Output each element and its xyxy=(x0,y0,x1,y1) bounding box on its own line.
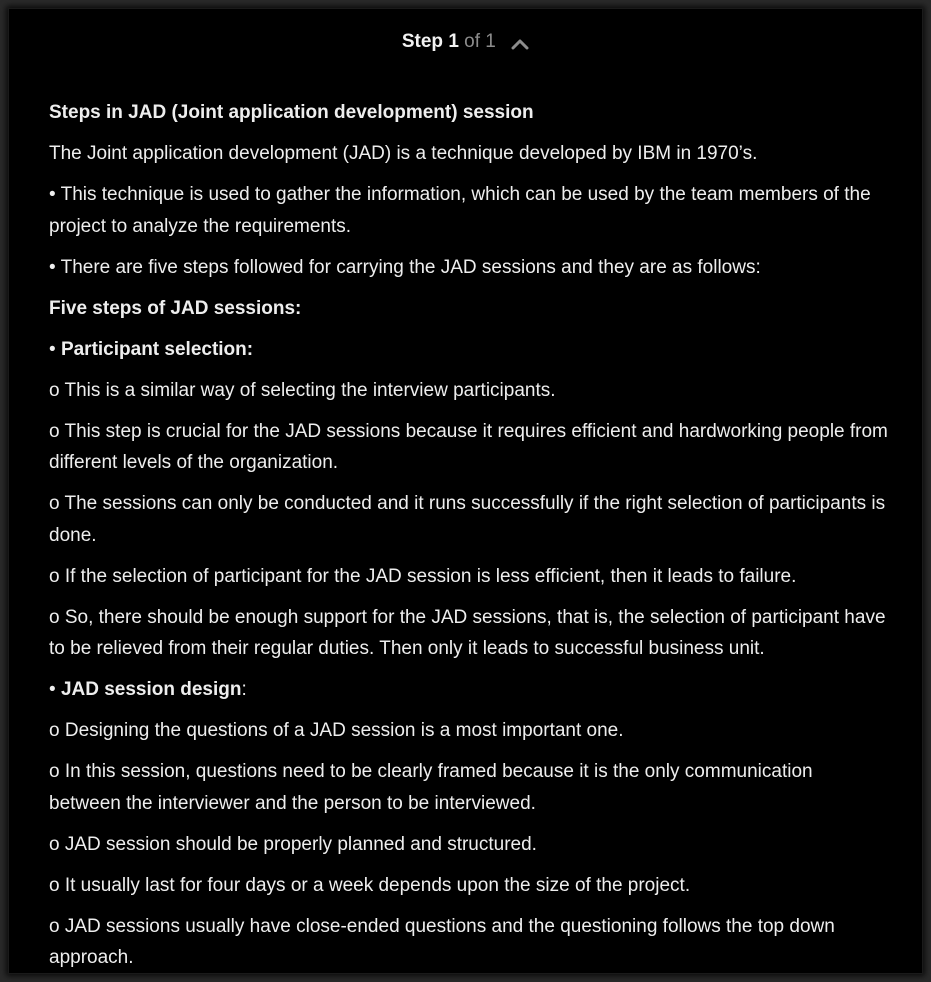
chevron-up-icon[interactable] xyxy=(511,33,529,50)
heading-colon: : xyxy=(241,679,247,700)
design-heading: JAD session design xyxy=(60,679,242,700)
sub-item: o The sessions can only be conducted and… xyxy=(49,493,886,546)
bullet-mark: • xyxy=(49,338,61,360)
bullet-mark: • xyxy=(49,679,61,700)
subsection-heading: • Participant selection: xyxy=(49,334,889,366)
subsection-heading: • JAD session design: xyxy=(49,674,889,706)
step-total: of 1 xyxy=(464,31,496,52)
bullet-item: • This technique is used to gather the i… xyxy=(49,184,871,237)
intro-text: The Joint application development (JAD) … xyxy=(49,143,758,164)
step-label: Step xyxy=(401,31,444,52)
step-header: Step 1 of 1 xyxy=(9,29,922,55)
content-title: Steps in JAD (Joint application developm… xyxy=(49,102,534,123)
step-current: 1 xyxy=(448,31,459,52)
sub-item: o This is a similar way of selecting the… xyxy=(49,379,556,401)
sub-item: o Designing the questions of a JAD sessi… xyxy=(49,720,624,741)
participant-heading: Participant selection: xyxy=(60,338,254,360)
sub-item: o So, there should be enough support for… xyxy=(49,606,886,660)
sub-item: o JAD sessions usually have close-ended … xyxy=(49,915,835,969)
section-heading: Five steps of JAD sessions: xyxy=(49,297,302,319)
sub-item: o This step is crucial for the JAD sessi… xyxy=(49,420,888,474)
sub-item: o It usually last for four days or a wee… xyxy=(49,874,691,896)
sub-item: o If the selection of participant for th… xyxy=(49,565,797,587)
sub-item: o JAD session should be properly planned… xyxy=(49,833,537,855)
bullet-item: • There are five steps followed for carr… xyxy=(49,256,761,278)
solution-panel: Step 1 of 1 Steps in JAD (Joint applicat… xyxy=(8,8,923,974)
step-content: Steps in JAD (Joint application developm… xyxy=(49,97,889,973)
sub-item: o In this session, questions need to be … xyxy=(49,761,813,814)
